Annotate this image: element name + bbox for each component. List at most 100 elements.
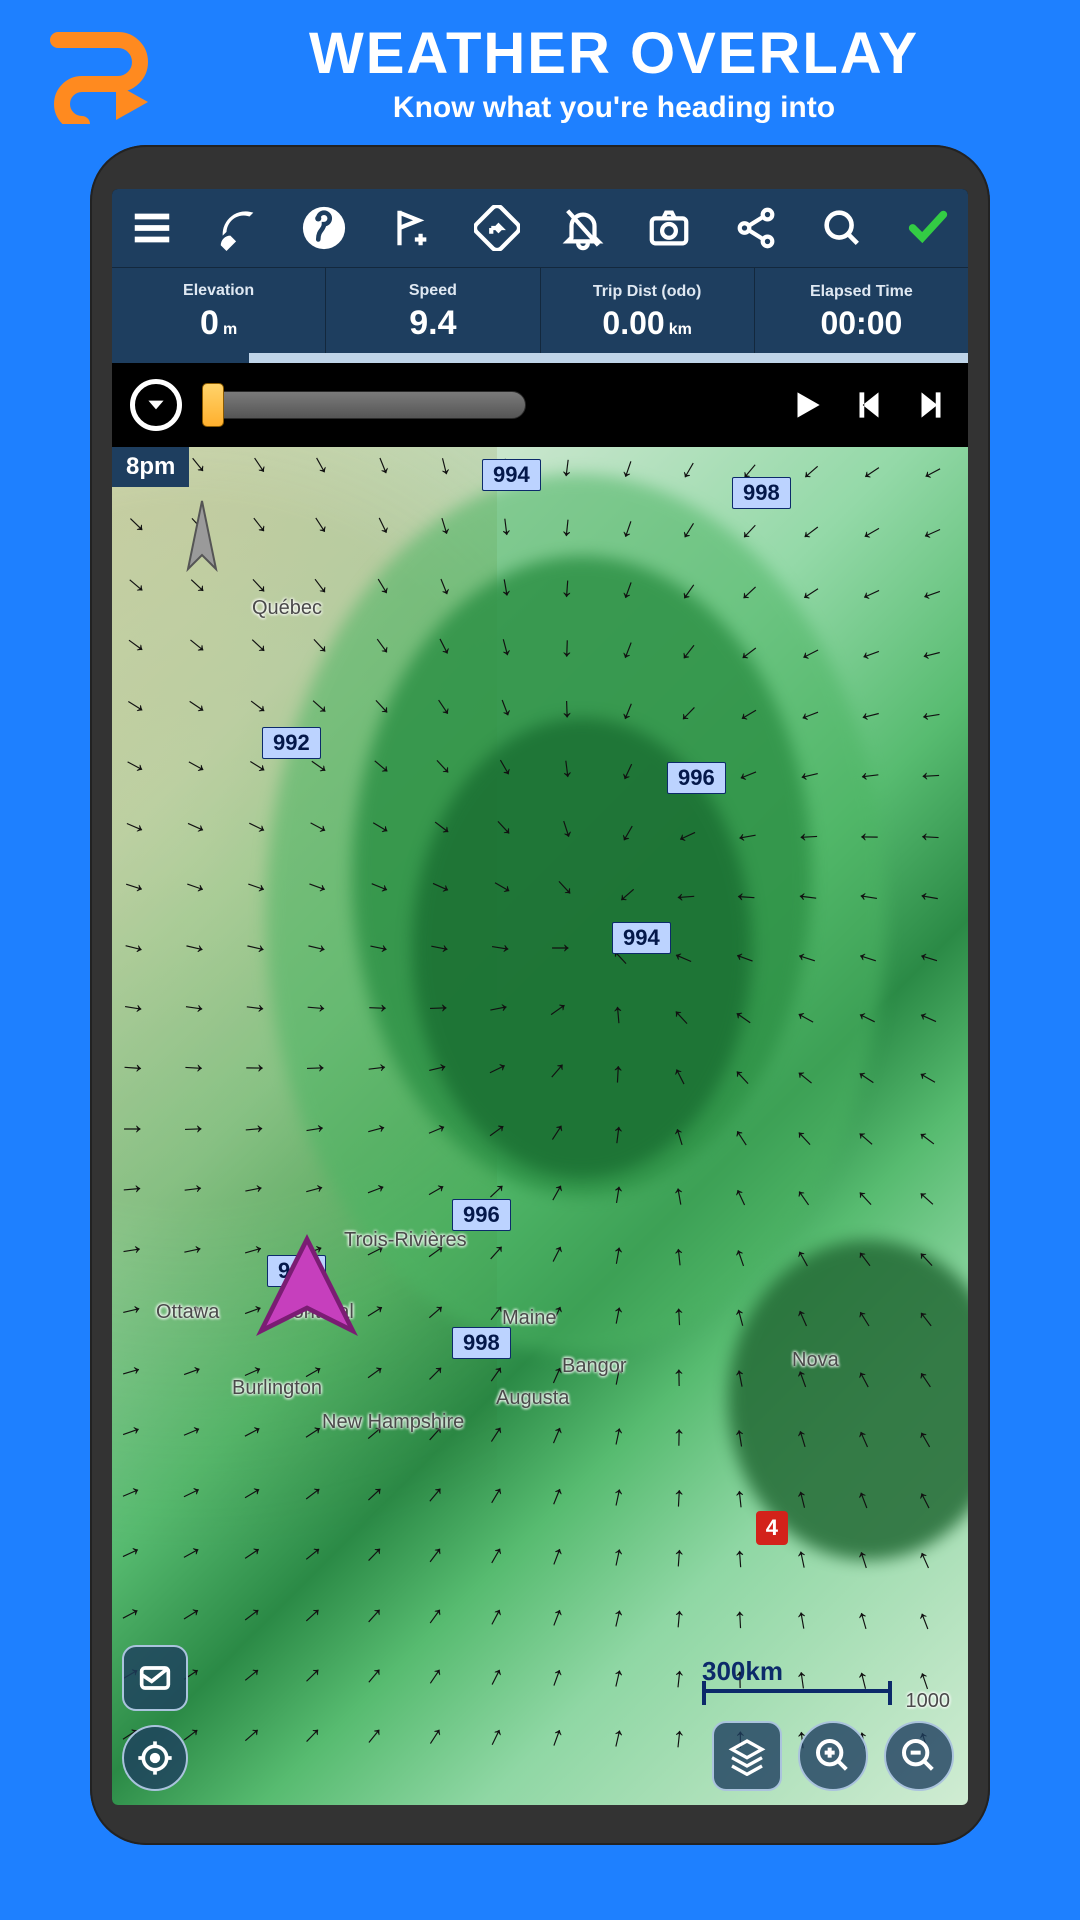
time-playbar: [112, 363, 968, 447]
wind-arrow-icon: ↑: [793, 1604, 821, 1632]
isobar-label: 996: [452, 1199, 511, 1231]
stat-value: 00:00: [820, 305, 902, 341]
scale-minor-label: 1000: [906, 1690, 951, 1713]
stats-divider-progress: [112, 353, 968, 363]
wind-arrow-icon: ↑: [912, 1117, 946, 1151]
wind-arrow-icon: ↑: [733, 1544, 759, 1570]
add-waypoint-icon[interactable]: [385, 202, 437, 254]
layers-button[interactable]: [712, 1721, 782, 1791]
wind-arrow-icon: ↑: [609, 1664, 638, 1693]
alarm-off-icon[interactable]: [557, 202, 609, 254]
city-label: Nova: [792, 1349, 839, 1372]
wind-arrow-icon: ↑: [914, 575, 945, 606]
locate-me-button[interactable]: [122, 1725, 188, 1791]
wind-arrow-icon: ↑: [671, 1605, 697, 1631]
satellite-icon[interactable]: [212, 202, 264, 254]
play-icon[interactable]: [788, 386, 826, 424]
stat-elapsed-time[interactable]: Elapsed Time 00:00: [755, 268, 968, 353]
wind-arrow-icon: ↑: [546, 1602, 577, 1633]
wind-arrow-icon: ↑: [790, 513, 824, 547]
stat-speed[interactable]: Speed 9.4: [326, 268, 540, 353]
city-label: Ottawa: [156, 1301, 219, 1324]
wind-arrow-icon: ↑: [913, 1602, 944, 1633]
wind-arrow-icon: ↑: [672, 1484, 697, 1509]
wind-arrow-icon: ↑: [609, 1603, 638, 1632]
wind-arrow-icon: ↑: [547, 1723, 578, 1754]
stats-bar: Elevation 0m Speed 9.4 Trip Dist (odo) 0…: [112, 267, 968, 353]
map-style-button[interactable]: [122, 1645, 188, 1711]
slider-thumb[interactable]: [202, 383, 224, 427]
stat-value: 0: [200, 304, 219, 342]
wind-arrow-icon: ↑: [668, 452, 701, 485]
wind-arrow-icon: ↑: [852, 635, 883, 666]
forecast-time-badge: 8pm: [112, 447, 189, 487]
isobar-label: 998: [452, 1327, 511, 1359]
wind-arrow-icon: ↑: [671, 1665, 697, 1691]
wind-arrow-icon: ↑: [672, 1363, 696, 1387]
slider-track: [206, 391, 526, 419]
zoom-out-button[interactable]: [884, 1721, 954, 1791]
wind-arrow-icon: ↑: [912, 1057, 945, 1090]
map-canvas[interactable]: ↑ ↑ ↑ ↑ ↑ ↑ ↑ ↑ ↑ ↑ ↑ ↑ ↑ ↑ ↑ ↑ ↑ ↑ ↑ ↑ ↑ ↑ ↑ ↑ ↑ ↑ ↑ ↑ ↑ ↑ ↑ ↑ ↑ ↑ ↑ ↑ ↑ ↑ ↑ ↑…: [112, 447, 968, 1805]
wind-arrow-icon: ↑: [851, 1117, 885, 1151]
share-icon[interactable]: [730, 202, 782, 254]
map-scalebar: 300km: [702, 1656, 892, 1693]
app-toolbar: [112, 189, 968, 267]
stat-trip-dist[interactable]: Trip Dist (odo) 0.00km: [541, 268, 755, 353]
wind-arrow-icon: ↑: [915, 878, 943, 906]
promo-subtitle: Know what you're heading into: [188, 91, 1040, 125]
menu-icon[interactable]: [126, 202, 178, 254]
track-icon[interactable]: [298, 202, 350, 254]
wind-arrow-icon: ↑: [914, 938, 944, 968]
stat-value: 9.4: [409, 304, 456, 342]
city-label: Bangor: [562, 1355, 627, 1378]
wind-arrow-icon: ↑: [916, 819, 941, 844]
wind-arrow-icon: ↑: [853, 696, 882, 725]
wind-arrow-icon: ↑: [851, 1177, 885, 1211]
stat-elevation[interactable]: Elevation 0m: [112, 268, 326, 353]
time-slider[interactable]: [206, 386, 526, 424]
city-label: Augusta: [496, 1387, 569, 1410]
wind-arrow-icon: ↑: [671, 1544, 697, 1570]
city-label: Trois-Rivières: [344, 1229, 467, 1252]
time-dropdown-icon[interactable]: [130, 379, 182, 431]
promo-title: WEATHER OVERLAY: [188, 24, 1040, 85]
wind-arrow-icon: ↑: [916, 759, 941, 784]
isobar-label: 998: [732, 477, 791, 509]
wind-arrow-icon: ↑: [671, 1725, 697, 1751]
wind-arrow-icon: ↑: [672, 1424, 696, 1448]
skip-start-icon[interactable]: [850, 386, 888, 424]
isobar-label: 994: [612, 922, 671, 954]
north-arrow-icon[interactable]: [180, 499, 224, 604]
wind-arrow-icon: ↑: [609, 1482, 637, 1510]
city-label: Maine: [502, 1307, 556, 1330]
wind-arrow-icon: ↑: [913, 997, 945, 1029]
skip-end-icon[interactable]: [912, 386, 950, 424]
route-shield: 4: [756, 1511, 788, 1545]
device-frame: Elevation 0m Speed 9.4 Trip Dist (odo) 0…: [90, 145, 990, 1845]
stat-unit: km: [669, 321, 692, 338]
wind-arrow-icon: ↑: [913, 453, 945, 485]
wind-arrow-icon: ↑: [851, 452, 884, 485]
zoom-in-button[interactable]: [798, 1721, 868, 1791]
wind-arrow-icon: ↑: [547, 1663, 578, 1694]
gps-location-cursor-icon: [252, 1230, 362, 1345]
app-logo-icon: [40, 24, 160, 124]
stat-unit: m: [223, 321, 237, 338]
ok-check-icon[interactable]: [902, 202, 954, 254]
search-icon[interactable]: [816, 202, 868, 254]
wind-arrow-icon: ↑: [852, 574, 884, 606]
wind-arrow-icon: ↑: [790, 452, 824, 486]
wind-arrow-icon: ↑: [914, 1663, 945, 1694]
wind-arrow-icon: ↑: [546, 1542, 577, 1573]
wind-arrow-icon: ↑: [546, 1420, 577, 1451]
wind-arrow-icon: ↑: [914, 636, 943, 665]
city-label: New Hampshire: [322, 1411, 464, 1434]
scale-label: 300km: [702, 1656, 783, 1686]
wind-arrow-icon: ↑: [915, 697, 942, 724]
city-label: Burlington: [232, 1377, 322, 1400]
camera-icon[interactable]: [643, 202, 695, 254]
wind-arrow-icon: ↑: [851, 513, 884, 546]
isobar-label: 994: [482, 459, 541, 491]
directions-icon[interactable]: [471, 202, 523, 254]
